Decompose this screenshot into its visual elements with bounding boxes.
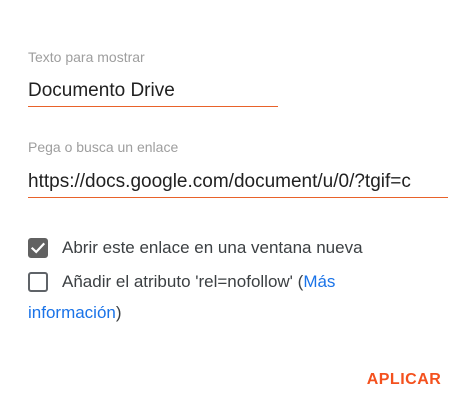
display-text-label: Texto para mostrar [28,49,145,65]
link-url-input[interactable]: https://docs.google.com/document/u/0/?tg… [28,170,448,198]
link-url-label: Pega o busca un enlace [28,139,179,155]
more-info-link-continuation[interactable]: información [28,303,116,322]
nofollow-label-suffix: ) [115,303,122,322]
nofollow-label-continuation: información) [28,298,122,328]
checkmark-icon [30,242,46,254]
nofollow-label: Añadir el atributo 'rel=nofollow' (Más [62,267,335,297]
open-new-window-checkbox[interactable] [28,238,48,258]
display-text-input[interactable]: Documento Drive [28,79,278,107]
open-new-window-label: Abrir este enlace en una ventana nueva [62,238,363,257]
nofollow-label-text: Añadir el atributo 'rel=nofollow' ( [62,272,304,291]
open-new-window-option[interactable]: Abrir este enlace en una ventana nueva [28,238,363,268]
apply-button[interactable]: APLICAR [362,364,446,396]
more-info-link[interactable]: Más [303,272,335,291]
nofollow-checkbox[interactable] [28,272,48,292]
